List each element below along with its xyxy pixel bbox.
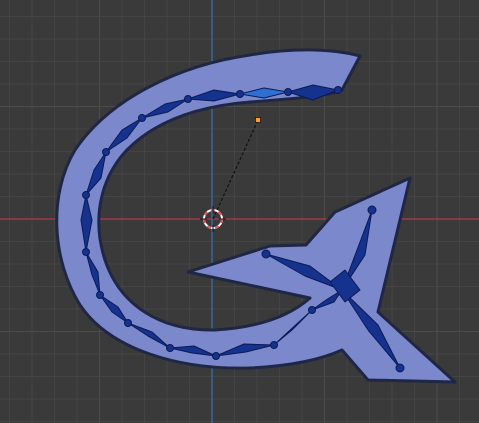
bone-joint[interactable] <box>367 205 377 215</box>
g-letter-mesh[interactable] <box>55 48 457 384</box>
bone-joint[interactable] <box>138 114 146 122</box>
bone-joint[interactable] <box>102 148 110 156</box>
bone-joint[interactable] <box>212 352 220 360</box>
bone-joint[interactable] <box>261 249 271 259</box>
bone-joint[interactable] <box>284 88 292 96</box>
bone-joint[interactable] <box>334 86 342 94</box>
3d-viewport[interactable] <box>0 0 479 423</box>
bone-joint[interactable] <box>82 191 90 199</box>
viewport-canvas[interactable] <box>0 0 479 423</box>
ik-target-handle-icon[interactable] <box>255 117 261 123</box>
relationship-line <box>212 119 259 220</box>
bone-joint[interactable] <box>124 319 132 327</box>
bone-joint[interactable] <box>308 306 316 314</box>
bone-joint[interactable] <box>236 90 244 98</box>
bone-joint[interactable] <box>184 95 192 103</box>
bone-joint[interactable] <box>395 363 405 373</box>
bone-joint[interactable] <box>96 291 104 299</box>
bone-joint[interactable] <box>166 344 174 352</box>
bone-joint[interactable] <box>270 341 278 349</box>
bone-joint[interactable] <box>82 248 90 256</box>
